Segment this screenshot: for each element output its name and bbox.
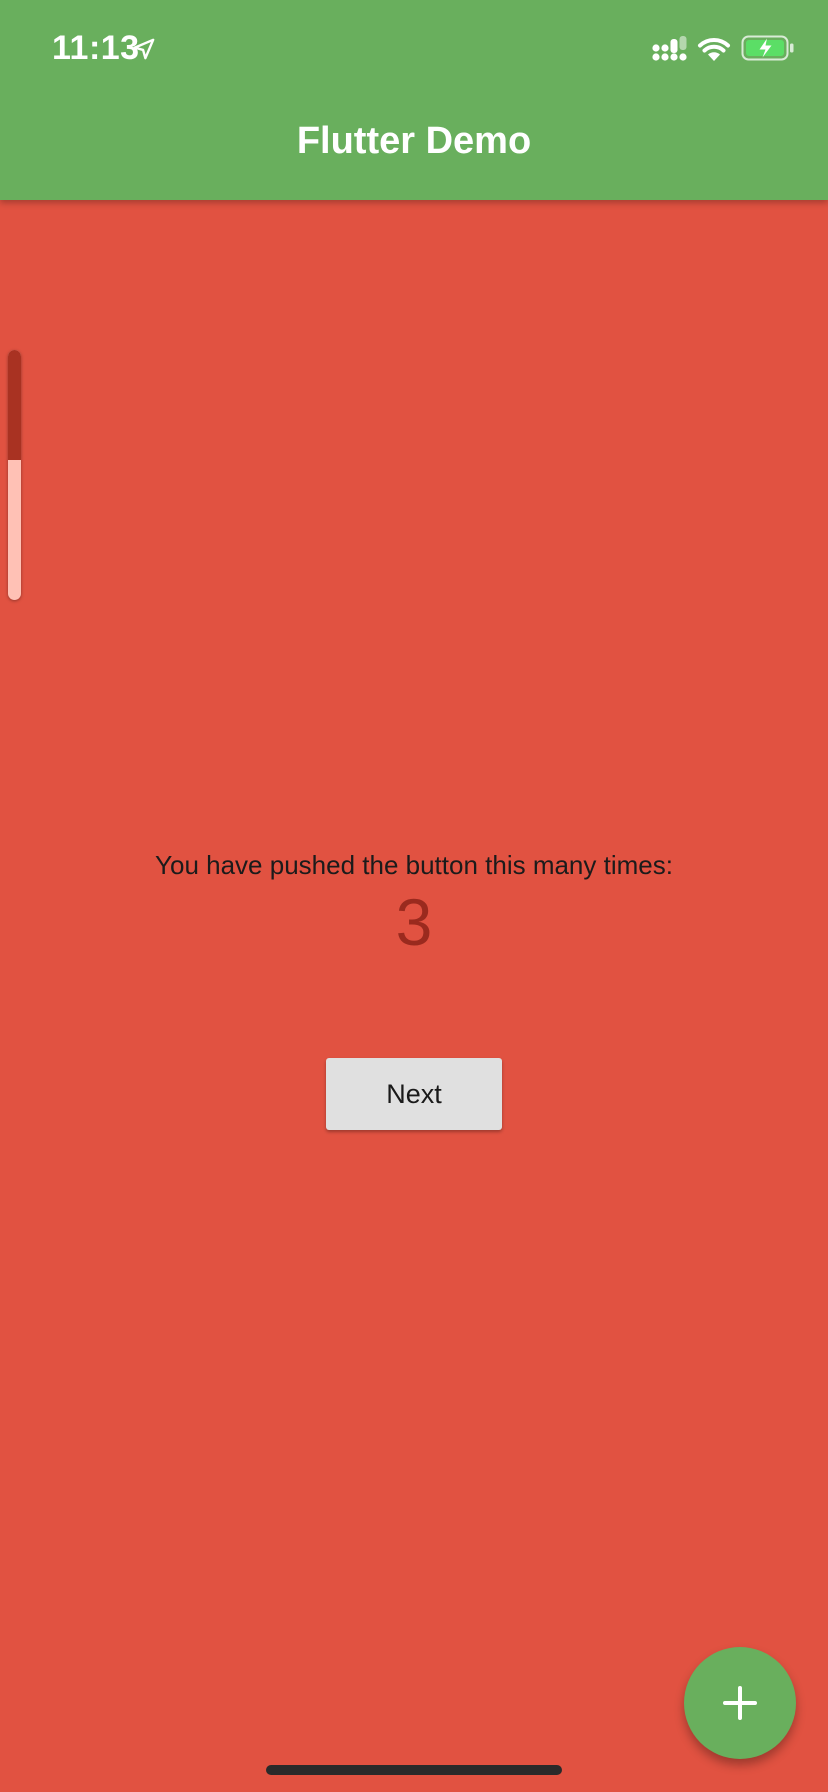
- scroll-indicator-fill: [8, 350, 21, 460]
- app-bar: 11:13 Flutter Demo: [0, 0, 828, 200]
- status-time: 11:13: [52, 29, 140, 67]
- increment-fab[interactable]: [684, 1647, 796, 1759]
- cellular-signal-icon: [652, 36, 687, 61]
- next-button[interactable]: Next: [326, 1058, 502, 1130]
- plus-icon: [723, 1686, 757, 1720]
- location-arrow-icon: [133, 38, 155, 60]
- wifi-icon: [698, 38, 730, 61]
- scroll-indicator[interactable]: [8, 350, 21, 600]
- counter-caption: You have pushed the button this many tim…: [155, 850, 673, 880]
- app-title: Flutter Demo: [296, 120, 532, 162]
- home-indicator[interactable]: [266, 1765, 562, 1775]
- counter-value: 3: [395, 885, 433, 959]
- battery-charging-icon: [741, 35, 794, 61]
